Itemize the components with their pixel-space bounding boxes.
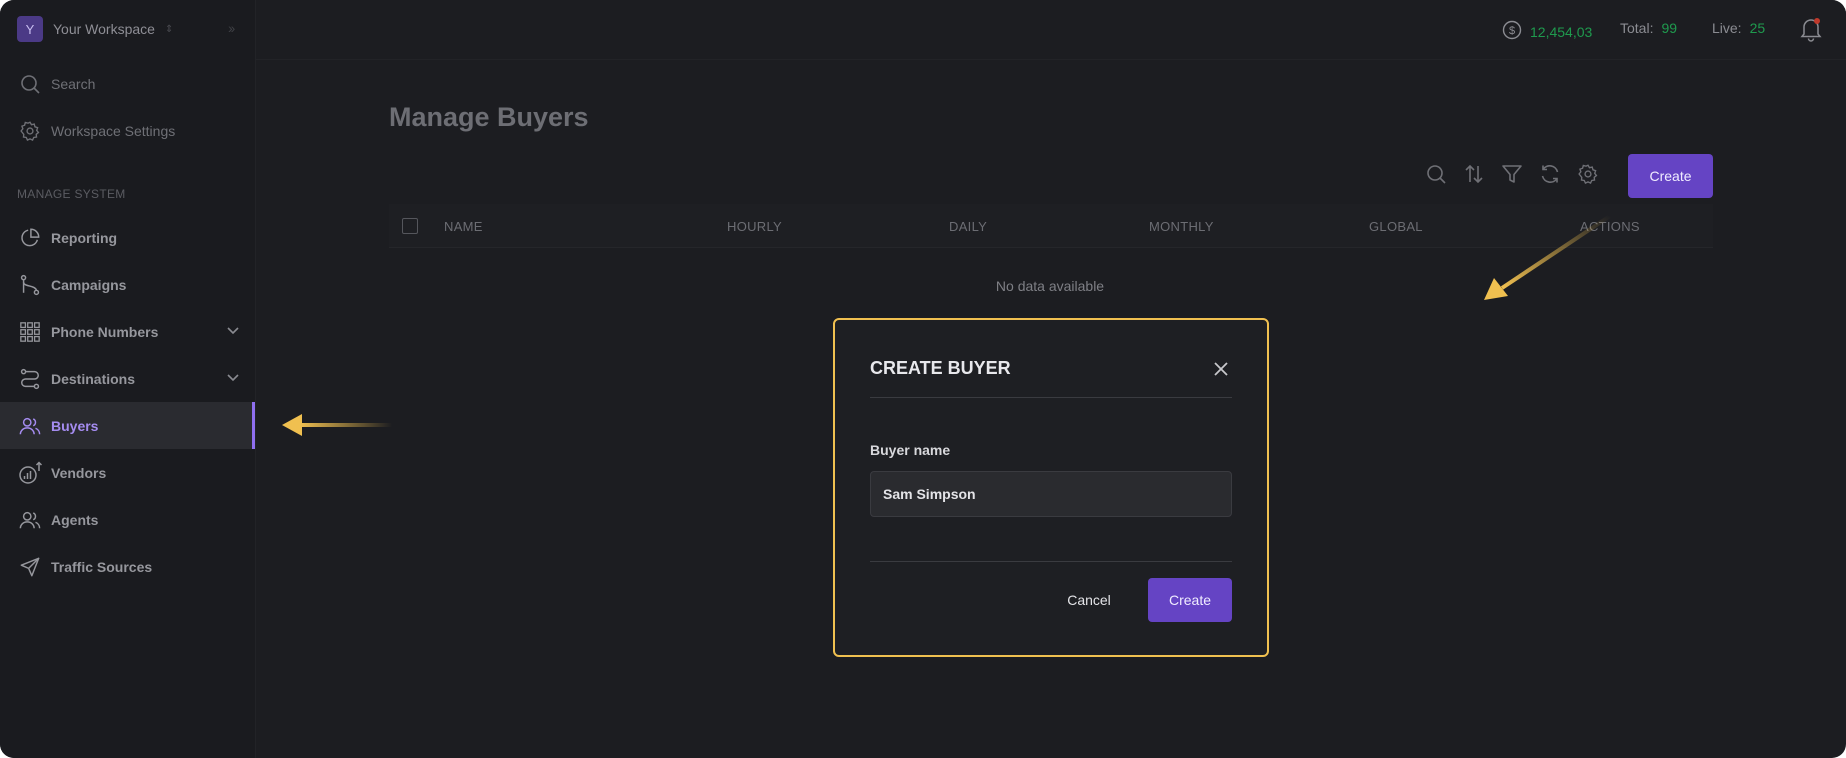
sidebar-item-label: Destinations	[51, 370, 136, 387]
column-header-daily[interactable]: DAILY	[949, 219, 987, 234]
users-icon	[18, 414, 42, 438]
gear-icon[interactable]	[1576, 162, 1600, 186]
send-icon	[18, 555, 42, 579]
users-icon	[18, 508, 42, 532]
section-label: MANAGE SYSTEM	[17, 187, 126, 201]
filter-icon[interactable]	[1500, 162, 1524, 186]
total-value: 99	[1661, 20, 1678, 36]
sidebar-item-buyers[interactable]: Buyers	[0, 402, 255, 449]
sidebar-item-label: Agents	[51, 511, 99, 528]
workspace-settings-button[interactable]: Workspace Settings	[0, 107, 255, 154]
live-label: Live:	[1712, 20, 1742, 36]
column-header-hourly[interactable]: HOURLY	[727, 219, 782, 234]
search-icon[interactable]	[1424, 162, 1448, 186]
sidebar-item-label: Buyers	[51, 417, 99, 434]
signal-chart-icon	[18, 460, 42, 485]
search-label: Search	[51, 75, 96, 92]
balance-indicator: $ 12,454,03	[1502, 20, 1592, 43]
buyer-name-input[interactable]	[870, 471, 1232, 517]
divider	[870, 561, 1232, 562]
column-header-monthly[interactable]: MONTHLY	[1149, 219, 1214, 234]
notification-bell-icon[interactable]	[1798, 16, 1824, 47]
cancel-button[interactable]: Cancel	[1054, 578, 1124, 622]
column-header-global: GLOBAL	[1369, 219, 1423, 234]
sidebar-item-label: Vendors	[51, 464, 107, 481]
close-icon[interactable]	[1210, 358, 1232, 380]
svg-text:$: $	[1509, 25, 1515, 37]
modal-title: CREATE BUYER	[870, 358, 1011, 378]
create-buyer-button[interactable]: Create	[1628, 154, 1713, 198]
divider	[870, 397, 1232, 398]
route-icon	[18, 367, 42, 391]
chevron-down-icon[interactable]	[225, 322, 241, 343]
total-calls-indicator: Total: 99	[1620, 20, 1677, 36]
select-all-checkbox[interactable]	[402, 218, 418, 234]
search-button[interactable]: Search	[0, 60, 255, 107]
chevron-down-icon[interactable]	[225, 369, 241, 390]
sidebar-item-label: Reporting	[51, 229, 118, 246]
sidebar-item-traffic-sources[interactable]: Traffic Sources	[0, 543, 255, 590]
dialpad-grid-icon	[18, 320, 42, 344]
sidebar-nav: Reporting Campaigns Phone Numbers Destin…	[0, 214, 255, 590]
sidebar-item-phone-numbers[interactable]: Phone Numbers	[0, 308, 255, 355]
pie-chart-icon	[18, 226, 42, 250]
sidebar-item-destinations[interactable]: Destinations	[0, 355, 255, 402]
app-window: Y Your Workspace ⇕ ›› Search Workspace S…	[0, 0, 1846, 758]
sidebar: Y Your Workspace ⇕ ›› Search Workspace S…	[0, 0, 256, 758]
create-button[interactable]: Create	[1148, 578, 1232, 622]
live-calls-indicator: Live: 25	[1712, 20, 1765, 36]
balance-value: 12,454,03	[1530, 23, 1593, 40]
dollar-circle-icon: $	[1502, 20, 1522, 43]
sidebar-item-vendors[interactable]: Vendors	[0, 449, 255, 496]
workspace-avatar: Y	[17, 16, 43, 42]
refresh-icon[interactable]	[1538, 162, 1562, 186]
workspace-switcher[interactable]: Y Your Workspace ⇕	[17, 16, 173, 42]
callout-arrow	[1484, 214, 1612, 300]
live-value: 25	[1749, 20, 1766, 36]
table-toolbar	[1424, 162, 1600, 186]
sort-icon[interactable]	[1462, 162, 1486, 186]
updown-chevron-icon: ⇕	[164, 23, 174, 35]
sidebar-item-label: Phone Numbers	[51, 323, 159, 340]
workspace-settings-label: Workspace Settings	[51, 122, 176, 139]
workspace-name: Your Workspace	[53, 21, 155, 37]
collapse-sidebar-icon[interactable]: ››	[228, 20, 235, 36]
create-buyer-modal: CREATE BUYER Buyer name Cancel Create	[833, 318, 1269, 657]
gear-icon	[18, 119, 42, 143]
top-bar: $ 12,454,03 Total: 99 Live: 25	[256, 0, 1846, 60]
sidebar-item-agents[interactable]: Agents	[0, 496, 255, 543]
total-label: Total:	[1620, 20, 1654, 36]
page-title: Manage Buyers	[389, 102, 589, 132]
sidebar-item-reporting[interactable]: Reporting	[0, 214, 255, 261]
callout-arrow	[282, 414, 392, 436]
search-icon	[18, 72, 42, 96]
column-header-name[interactable]: NAME	[444, 219, 483, 234]
buyer-name-label: Buyer name	[870, 442, 951, 458]
sidebar-item-label: Traffic Sources	[51, 558, 153, 575]
